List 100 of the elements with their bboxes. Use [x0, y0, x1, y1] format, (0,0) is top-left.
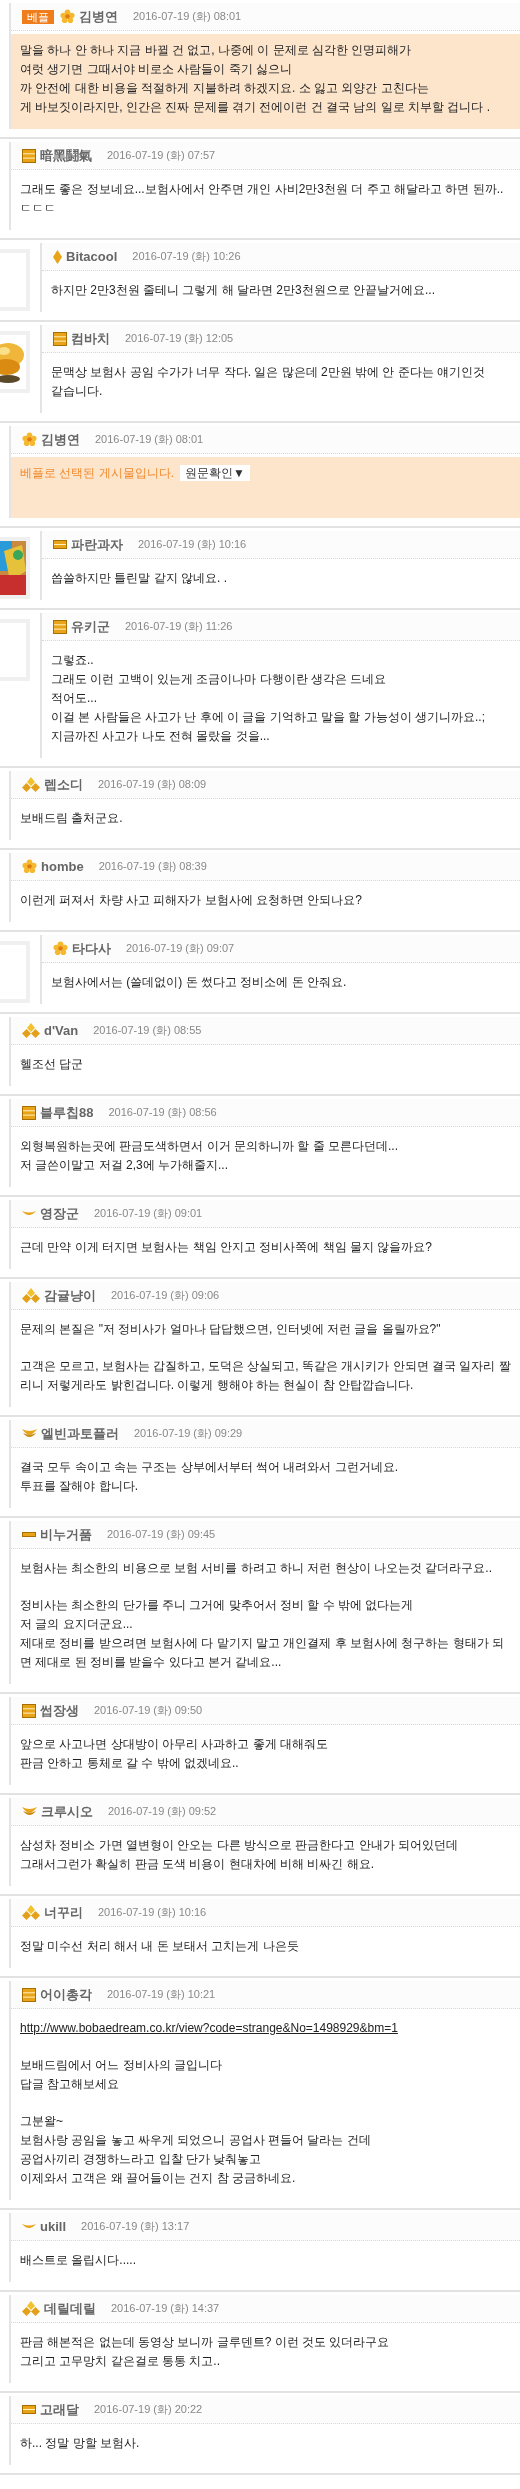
stripes-icon [53, 540, 67, 549]
comment-text: 씁쓸하지만 틀린말 같지 않네요. . [51, 570, 228, 587]
post-time: 2016-07-19 (화) 14:37 [111, 2301, 220, 2317]
comment-text: 앞으로 사고나면 상대방이 아무리 사과하고 좋게 대해줘도 [20, 1736, 329, 1753]
comment-text: 지금까진 사고가 나도 전혀 몰랐을 것을... [51, 728, 271, 745]
author-name[interactable]: 감귤냥이 [44, 1285, 96, 1306]
comment-text: 까 안전에 대한 비용을 적절하게 지불하려 하겠지요. 소 잃고 외양간 고친다는 [20, 80, 430, 97]
author-name[interactable]: 컴바치 [71, 328, 110, 349]
comment-text: 그분왈~ [20, 2113, 64, 2130]
wing-icon [22, 2222, 36, 2231]
post-time: 2016-07-19 (화) 08:56 [108, 1105, 217, 1121]
gem-pile-icon [22, 2300, 40, 2317]
post-time: 2016-07-19 (화) 10:16 [98, 1905, 207, 1921]
author-name[interactable]: 블루칩88 [40, 1102, 94, 1123]
comment-text: 여럿 생기면 그때서야 비로소 사람들이 죽기 싫으니 [20, 61, 293, 78]
gem-pile-icon [22, 1287, 40, 1304]
comment-text: 같습니다. [51, 383, 104, 400]
author-name[interactable]: hombe [41, 856, 84, 877]
comment-text: 투표를 잘해야 합니다. [20, 1478, 139, 1495]
comment-text: 보배드림에서 어느 정비사의 글입니다 [20, 2057, 223, 2074]
author-name[interactable]: 엘빈과토플러 [41, 1423, 119, 1444]
post-link[interactable]: http://www.bobaedream.co.kr/view?code=strange&No=1498929&bm=1 [20, 2019, 514, 2038]
comment-text: 그래도 좋은 정보네요...보험사에서 안주면 개인 사비2만3천원 더 주고 해달라고 하면 된까.. [20, 181, 505, 198]
comment-text: 말을 하나 안 하나 지금 바뀔 건 없고, 나중에 이 문제로 심각한 인명피해가 [20, 42, 413, 59]
author-name[interactable]: d'Van [44, 1020, 79, 1041]
comment-text: 제대로 정비를 받으려면 보험사에 다 맡기지 말고 개인결제 후 보험사에 청구하는 형태가 되면 제대로 된 정비를 받을수 있다고 본거 같네요... [20, 1635, 505, 1671]
comment-text: 이걸 본 사람들은 사고가 난 후에 이 글을 기억하고 말을 할 가능성이 생기니까요..; [51, 709, 486, 726]
post-time: 2016-07-19 (화) 11:26 [125, 619, 233, 635]
author-name[interactable]: 너꾸리 [44, 1902, 83, 1923]
comment-text: 외형복원하는곳에 판금도색하면서 이거 문의하니까 할 줄 모른다던데... [20, 1138, 399, 1155]
post-time: 2016-07-19 (화) 09:01 [94, 1206, 203, 1222]
gem-pile-icon [22, 1904, 40, 1921]
wing-icon [22, 1209, 36, 1218]
post-time: 2016-07-19 (화) 08:01 [95, 432, 204, 448]
comment-text: 삼성차 정비소 가면 열변형이 안오는 다른 방식으로 판금한다고 안내가 되어있던데 [20, 1837, 459, 1854]
author-name[interactable]: 데릴데릴 [44, 2298, 96, 2319]
comment-text: 보배드림 출처군요. [20, 810, 124, 827]
post-time: 2016-07-19 (화) 09:45 [107, 1527, 216, 1543]
post-time: 2016-07-19 (화) 07:57 [107, 148, 216, 164]
author-name[interactable]: 파란과자 [71, 534, 123, 555]
view-original-button[interactable]: 원문확인▼ [180, 465, 250, 481]
author-name[interactable]: 타다사 [72, 938, 111, 959]
author-name[interactable]: 크루시오 [41, 1801, 93, 1822]
author-name[interactable]: 어이총각 [40, 1984, 92, 2005]
comment-text: 배스트로 올립시다..... [20, 2252, 137, 2269]
comment-text: 판금 안하고 통체로 갈 수 밖에 없겠네요.. [20, 1755, 240, 1772]
comment-text: 판금 해본적은 없는데 동영상 보니까 글루덴트? 이런 것도 있더라구요 [20, 2334, 391, 2351]
author-name[interactable]: 暗黑鬪氣 [40, 145, 92, 166]
comment-text: 이제와서 고객은 왜 끌어들이는 건지 참 궁금하네요. [20, 2170, 297, 2187]
wing-icon [22, 1806, 37, 1817]
notice-text: 베플로 선택된 게시물입니다. [20, 465, 174, 482]
comment-text: 문맥상 보험사 공임 수가가 너무 작다. 일은 많은데 2만원 밖에 안 준다는 얘기인것 [51, 364, 486, 381]
post-time: 2016-07-19 (화) 09:52 [108, 1804, 217, 1820]
post-time: 2016-07-19 (화) 10:21 [107, 1987, 216, 2003]
post-time: 2016-07-19 (화) 09:06 [111, 1288, 220, 1304]
gem-pile-icon [22, 1022, 40, 1039]
post-time: 2016-07-19 (화) 09:29 [134, 1426, 243, 1442]
author-name[interactable]: 김병연 [79, 6, 118, 27]
comment-text: 저 글쓴이말고 저걸 2,3에 누가해줄지... [20, 1157, 230, 1174]
stripes-icon [22, 2405, 36, 2414]
author-name[interactable]: 유키군 [71, 616, 110, 637]
bar-icon [22, 1532, 36, 1537]
post-time: 2016-07-19 (화) 08:55 [93, 1023, 202, 1039]
author-name[interactable]: Bitacool [66, 246, 118, 267]
post-time: 2016-07-19 (화) 12:05 [125, 331, 234, 347]
diamond-icon [53, 249, 62, 264]
flower-icon [22, 859, 37, 874]
post-time: 2016-07-19 (화) 20:22 [94, 2402, 203, 2418]
author-name[interactable]: 썹장생 [40, 1700, 79, 1721]
author-name[interactable]: ukill [40, 2216, 66, 2237]
flower-icon [53, 941, 68, 956]
stripes-icon [53, 619, 67, 634]
stripes-icon [22, 1987, 36, 2002]
post-time: 2016-07-19 (화) 09:07 [126, 941, 235, 957]
comment-text: 고객은 모르고, 보험사는 갑질하고, 도덕은 상실되고, 똑같은 개시키가 안되면 결국 일자리 짤리니 저렇게라도 밝힌겁니다. 이렇게 행해야 하는 현실이 참 안탑깝습니다. [20, 1358, 512, 1394]
author-name[interactable]: 비누거품 [40, 1524, 92, 1545]
comment-text: 헬조선 답군 [20, 1056, 85, 1073]
comment-text: 결국 모두 속이고 속는 구조는 상부에서부터 썩어 내려와서 그런거네요. [20, 1459, 399, 1476]
comment-text: 문제의 본질은 "저 정비사가 얼마나 답답했으면, 인터넷에 저런 글을 올릴까요?" [20, 1321, 442, 1338]
author-name[interactable]: 영장군 [40, 1203, 79, 1224]
stripes-icon [22, 1703, 36, 1718]
wing-icon [22, 1428, 37, 1439]
post-time: 2016-07-19 (화) 10:16 [138, 537, 247, 553]
author-name[interactable]: 고래달 [40, 2399, 79, 2420]
gem-pile-icon [22, 776, 40, 793]
comment-text: 하... 정말 망할 보험사. [20, 2435, 141, 2452]
stripes-icon [53, 331, 67, 346]
comment-text: 정비사는 최소한의 단가를 주니 그거에 맞추어서 정비 할 수 밖에 없다는게 [20, 1597, 415, 1614]
comment-text: 그래서그런가 확실히 판금 도색 비용이 현대차에 비해 비싸긴 해요. [20, 1856, 375, 1873]
comment-text: 적어도... [51, 690, 98, 707]
comment-text: 근데 만약 이게 터지면 보험사는 책임 안지고 정비사쪽에 책임 물지 않을까요? [20, 1239, 433, 1256]
comment-text: 게 바보짓이라지만, 인간은 진짜 문제를 겪기 전에이런 건 결국 남의 일로 치부할 겁니다 . [20, 99, 491, 116]
post-time: 2016-07-19 (화) 08:09 [98, 777, 207, 793]
post-time: 2016-07-19 (화) 10:26 [132, 249, 241, 265]
author-name[interactable]: 김병연 [41, 429, 80, 450]
best-tag: 베플 [22, 9, 54, 24]
comment-text: ㄷㄷㄷ [20, 200, 57, 217]
post-time: 2016-07-19 (화) 13:17 [81, 2219, 190, 2235]
stripes-icon [22, 148, 36, 163]
author-name[interactable]: 렙소디 [44, 774, 83, 795]
